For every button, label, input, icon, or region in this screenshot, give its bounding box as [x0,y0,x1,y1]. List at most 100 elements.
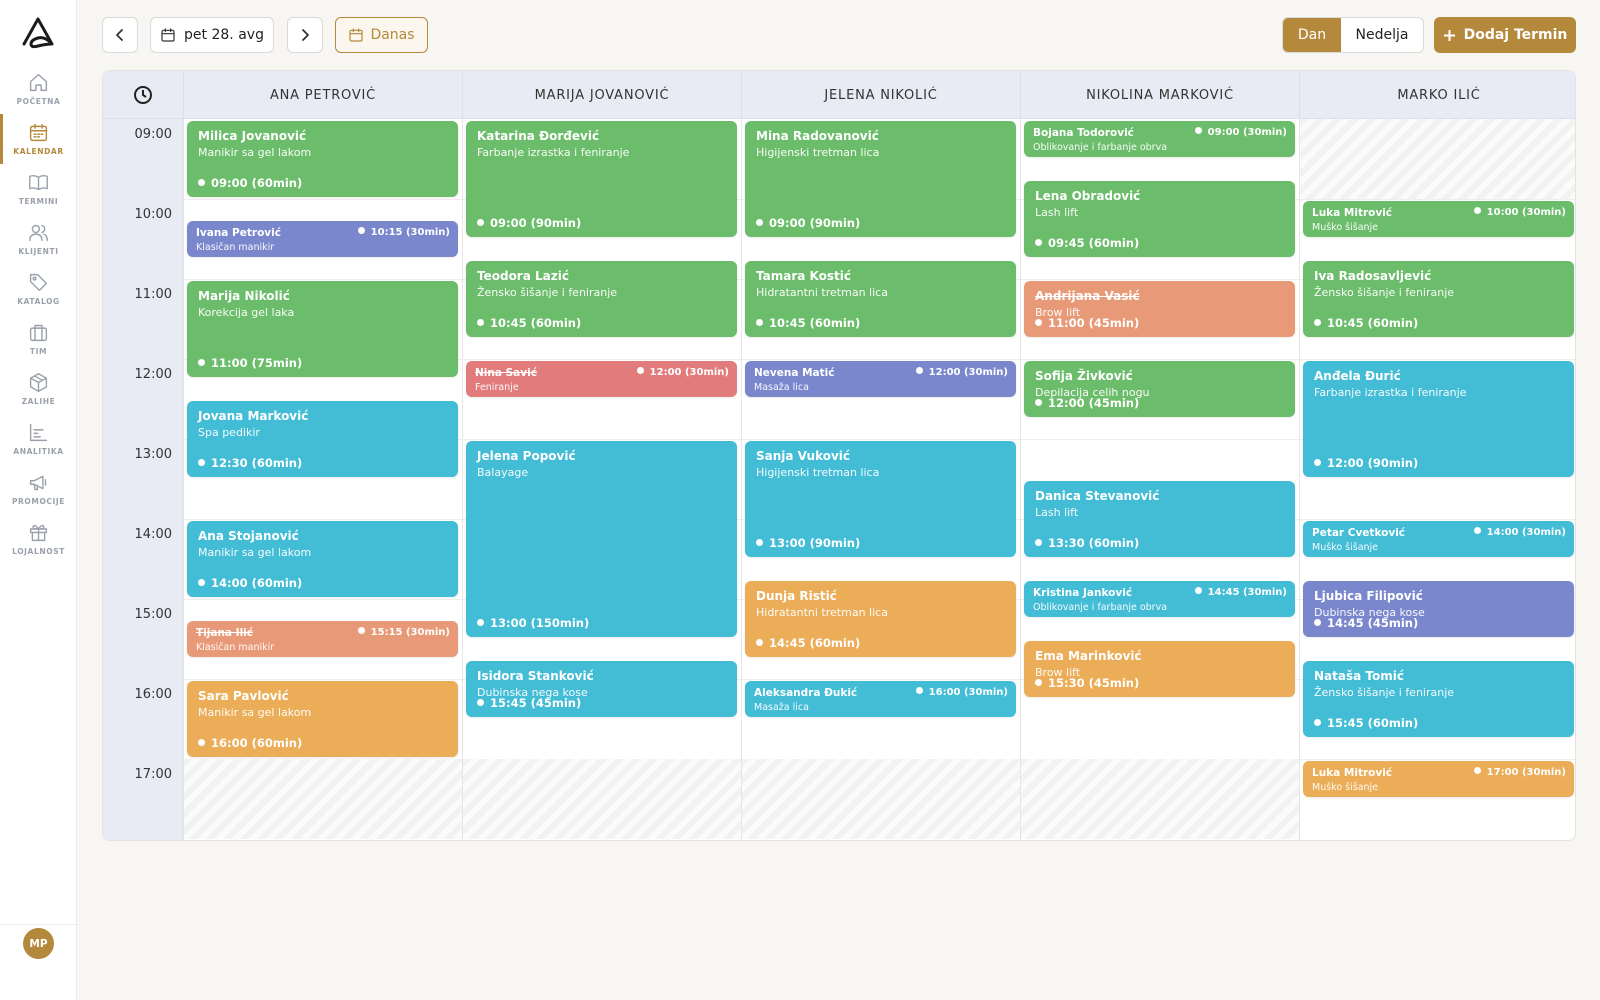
appointment-service: Hidratantni tretman lica [756,606,888,619]
add-appointment-button[interactable]: Dodaj Termin [1434,17,1576,53]
appointment-card[interactable]: Danica Stevanović Lash lift 13:30 (60min) [1024,481,1295,557]
appointment-service: Spa pedikir [198,426,260,439]
appointment-client: Jovana Marković [198,409,309,423]
appointment-time: 09:00 (90min) [756,216,860,230]
appointment-service: Manikir sa gel lakom [198,146,312,159]
calendar-icon [349,28,364,42]
appointment-card[interactable]: Bojana Todorović Oblikovanje i farbanje o… [1024,121,1295,157]
appointment-client: Ljubica Filipović [1314,589,1423,603]
appointment-card[interactable]: Jovana Marković Spa pedikir 12:30 (60min) [187,401,458,477]
appointment-card[interactable]: Anđela Đurić Farbanje izrastka i feniranj… [1303,361,1574,477]
chevron-right-icon [302,29,309,41]
appointment-card[interactable]: Tijana Ilić Klasičan manikir 15:15 (30min) [187,621,458,657]
appointment-client: Ivana Petrović [196,227,281,239]
appointment-card[interactable]: Nevena Matić Masaža lica 12:00 (30min) [745,361,1016,397]
sidebar-item-pocetna[interactable]: POČETNA [0,64,77,114]
appointment-card[interactable]: Sara Pavlović Manikir sa gel lakom 16:00 (… [187,681,458,757]
appointment-card[interactable]: Ema Marinković Brow lift 15:30 (45min) [1024,641,1295,697]
appointment-time: 11:00 (75min) [198,356,302,370]
unavailable-slot [1021,759,1299,839]
appointment-client: Tamara Kostić [756,269,851,283]
unavailable-slot [1300,119,1575,199]
sidebar-item-kalendar[interactable]: KALENDAR [0,114,77,164]
book-icon [29,174,48,191]
appointment-card[interactable]: Nataša Tomić Žensko šišanje i feniranje 15… [1303,661,1574,737]
hour-label: 16:00 [134,687,172,702]
appointment-client: Petar Cvetković [1312,527,1406,539]
unavailable-slot [742,759,1020,839]
appointment-card[interactable]: Sanja Vuković Higijenski tretman lica 13:0… [745,441,1016,557]
appointment-service: Klasičan manikir [196,642,275,653]
sidebar-item-katalog[interactable]: KATALOG [0,264,77,314]
appointment-card[interactable]: Teodora Lazić Žensko šišanje i feniranje 1… [466,261,737,337]
sidebar-item-zalihe[interactable]: ZALIHE [0,364,77,414]
hour-label: 14:00 [134,527,172,542]
appointment-client: Danica Stevanović [1035,489,1160,503]
prev-day-button[interactable] [102,17,138,53]
appointment-card[interactable]: Luka Mitrović Muško šišanje 17:00 (30min) [1303,761,1574,797]
appointment-service: Farbanje izrastka i feniranje [477,146,630,159]
appointment-card[interactable]: Aleksandra Đukić Masaža lica 16:00 (30min) [745,681,1016,717]
next-day-button[interactable] [287,17,323,53]
appointment-time: 15:45 (60min) [1314,716,1418,730]
appointment-card[interactable]: Andrijana Vasić Brow lift 11:00 (45min) [1024,281,1295,337]
appointment-client: Milica Jovanović [198,129,307,143]
appointment-card[interactable]: Kristina Janković Oblikovanje i farbanje … [1024,581,1295,617]
user-avatar[interactable]: MP [23,928,54,959]
appointment-card[interactable]: Luka Mitrović Muško šišanje 10:00 (30min) [1303,201,1574,237]
calendar-icon [161,28,175,42]
appointment-client: Anđela Đurić [1314,369,1401,383]
appointment-card[interactable]: Marija Nikolić Korekcija gel laka 11:00 (7… [187,281,458,377]
sidebar-item-tim[interactable]: TIM [0,314,77,364]
appointment-client: Katarina Đorđević [477,129,600,143]
appointment-time: 14:45 (60min) [756,636,860,650]
sidebar-item-termini[interactable]: TERMINI [0,164,77,214]
appointment-card[interactable]: Nina Savić Feniranje 12:00 (30min) [466,361,737,397]
appointment-client: Luka Mitrović [1312,207,1393,219]
appointment-time: 12:30 (60min) [198,456,302,470]
sidebar-item-label: ZALIHE [21,397,56,406]
appointment-client: Andrijana Vasić [1035,289,1140,303]
date-label: pet 28. avg [184,27,264,43]
appointment-card[interactable]: Mina Radovanović Higijenski tretman lica 0… [745,121,1016,237]
appointment-client: Mina Radovanović [756,129,879,143]
date-picker-button[interactable]: pet 28. avg [150,17,274,53]
unavailable-slot [463,759,741,839]
today-label: Danas [370,27,415,43]
sidebar-item-klijenti[interactable]: KLIJENTI [0,214,77,264]
appointment-card[interactable]: Ivana Petrović Klasičan manikir 10:15 (30m… [187,221,458,257]
appointment-time: 17:00 (30min) [1474,767,1566,778]
appointment-card[interactable]: Dunja Ristić Hidratantni tretman lica 14:4… [745,581,1016,657]
appointment-card[interactable]: Ana Stojanović Manikir sa gel lakom 14:00 … [187,521,458,597]
day-calendar: ANA PETROVIĆ MARIJA JOVANOVIĆ JELENA NIKOL… [102,70,1576,841]
appointment-card[interactable]: Tamara Kostić Hidratantni tretman lica 10:… [745,261,1016,337]
staff-column-header: NIKOLINA MARKOVIĆ [1020,71,1299,119]
appointment-card[interactable]: Ljubica Filipović Dubinska nega kose 14:45… [1303,581,1574,637]
sidebar-item-analitika[interactable]: ANALITIKA [0,414,77,464]
sidebar-item-label: KALENDAR [13,147,64,156]
appointment-time: 12:00 (30min) [916,367,1008,378]
appointment-card[interactable]: Lena Obradović Lash lift 09:45 (60min) [1024,181,1295,257]
sidebar-item-lojalnost[interactable]: LOJALNOST [0,514,77,564]
appointment-card[interactable]: Jelena Popović Balayage 13:00 (150min) [466,441,737,637]
appointment-client: Sanja Vuković [756,449,851,463]
appointment-card[interactable]: Petar Cvetković Muško šišanje 14:00 (30min… [1303,521,1574,557]
view-day-button[interactable]: Dan [1283,18,1341,52]
appointment-client: Kristina Janković [1033,587,1133,599]
appointment-client: Bojana Todorović [1033,127,1134,139]
today-button[interactable]: Danas [335,17,428,53]
appointment-card[interactable]: Isidora Stanković Dubinska nega kose 15:45… [466,661,737,717]
staff-column-header: MARIJA JOVANOVIĆ [462,71,741,119]
hour-label: 10:00 [134,207,172,222]
appointment-service: Klasičan manikir [196,242,275,253]
appointment-card[interactable]: Iva Radosavljević Žensko šišanje i fenira… [1303,261,1574,337]
appointment-service: Balayage [477,466,529,479]
appointment-card[interactable]: Sofija Živković Depilacija celih nogu 12:0… [1024,361,1295,417]
view-week-button[interactable]: Nedelja [1341,18,1423,52]
sidebar-item-promocije[interactable]: PROMOCIJE [0,464,77,514]
appointment-card[interactable]: Katarina Đorđević Farbanje izrastka i fen… [466,121,737,237]
appointment-client: Nina Savić [475,367,537,379]
appointment-service: Farbanje izrastka i feniranje [1314,386,1467,399]
appointment-card[interactable]: Milica Jovanović Manikir sa gel lakom 09:0… [187,121,458,197]
appointment-time: 14:00 (30min) [1474,527,1566,538]
